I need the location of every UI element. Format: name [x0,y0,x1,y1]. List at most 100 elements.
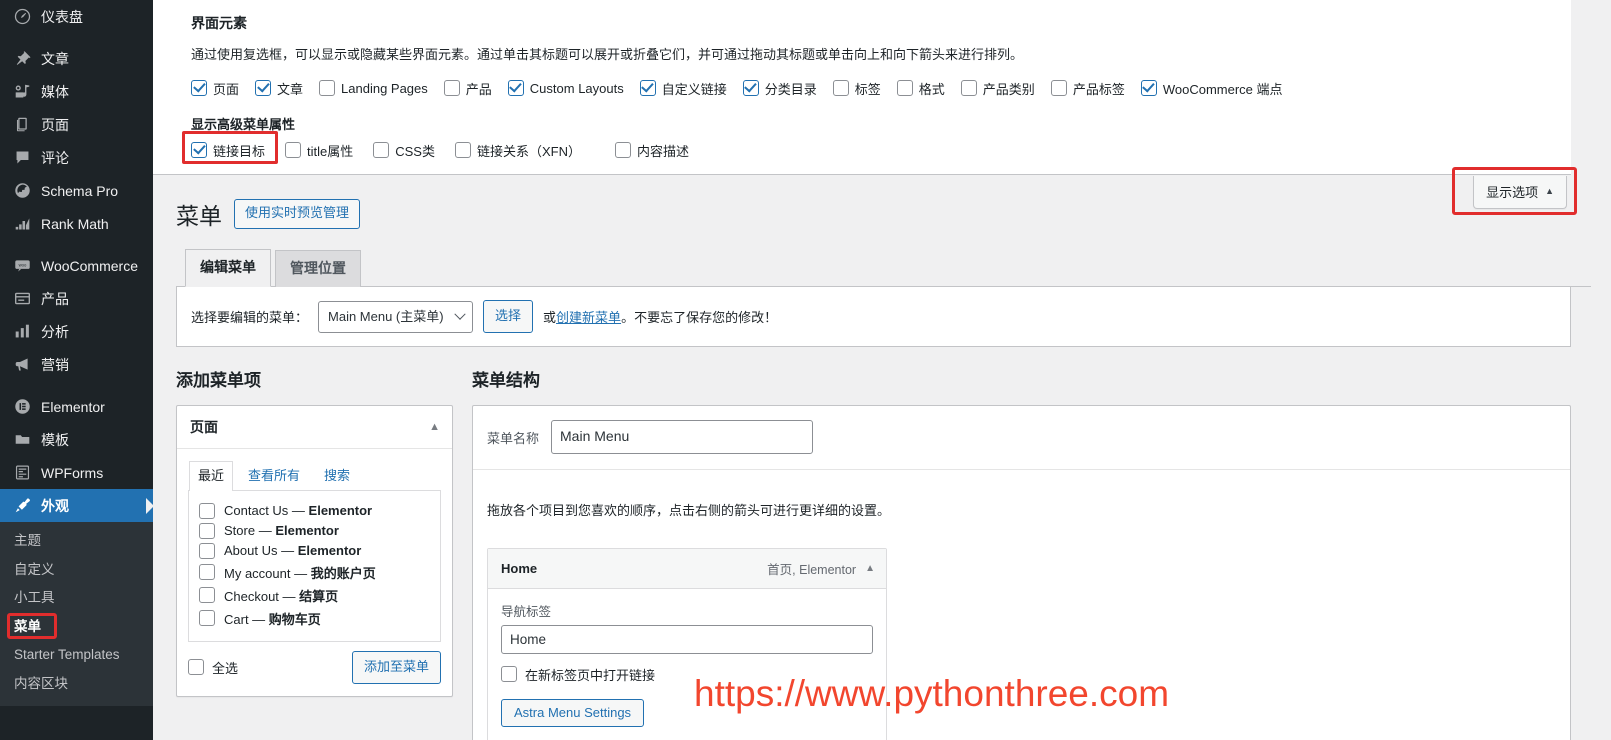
sidebar-item-posts[interactable]: 文章 [0,42,153,75]
sidebar-item-wpforms[interactable]: WPForms [0,456,153,489]
sidebar-item-marketing[interactable]: 营销 [0,348,153,381]
checkbox-icon[interactable] [319,80,336,96]
so-checkbox-posts[interactable]: 文章 [255,79,303,98]
menu-name-input[interactable] [551,420,814,454]
list-item[interactable]: About Us — Elementor [199,541,430,561]
sidebar-item-schema-pro[interactable]: Schema Pro [0,174,153,207]
menu-structure-heading: 菜单结构 [472,371,540,391]
checkbox-icon[interactable] [188,659,204,676]
sidebar-subitem-content-blocks[interactable]: 内容区块 [0,670,153,699]
astra-menu-settings-button[interactable]: Astra Menu Settings [501,698,645,727]
sidebar-item-label: 仪表盘 [41,8,83,25]
sidebar-item-label: 外观 [41,497,69,514]
checkbox-icon[interactable] [373,142,390,158]
sidebar-item-label: 产品 [41,290,69,307]
checkbox-icon[interactable] [639,80,656,96]
page-item-name: Store [224,523,256,539]
so-checkbox-product-tags[interactable]: 产品标签 [1050,79,1125,98]
adv-checkbox-description[interactable]: 内容描述 [615,141,689,160]
checkbox-icon[interactable] [1140,80,1157,96]
so-checkbox-products[interactable]: 产品 [443,79,492,98]
wpforms-icon [11,464,33,481]
select-menu-button[interactable]: 选择 [483,300,534,334]
pages-inner-tabs: 最近 查看所有 搜索 [188,461,441,491]
list-item[interactable]: Store — Elementor [199,521,430,541]
list-item[interactable]: Cart — 购物车页 [199,607,430,630]
sidebar-item-dashboard[interactable]: 仪表盘 [0,0,153,33]
page-item-suffix: 结算页 [299,588,339,604]
sidebar-item-media[interactable]: 媒体 [0,75,153,108]
checkbox-icon[interactable] [199,610,215,627]
menu-item-title: Home [501,560,538,576]
sidebar-item-pages[interactable]: 页面 [0,108,153,141]
checkbox-icon[interactable] [191,80,207,96]
menu-select[interactable]: Main Menu (主菜单) [318,300,474,334]
pages-list-panel: Contact Us — Elementor Store — Elementor… [188,490,441,642]
add-to-menu-button[interactable]: 添加至菜单 [351,650,441,684]
inner-tab-recent[interactable]: 最近 [189,461,234,491]
checkbox-icon[interactable] [960,80,977,96]
adv-checkbox-title-attribute[interactable]: title属性 [285,141,353,160]
so-checkbox-custom-links[interactable]: 自定义链接 [639,79,727,98]
tab-edit-menus[interactable]: 编辑菜单 [185,249,271,288]
tab-manage-locations[interactable]: 管理位置 [275,250,361,288]
sidebar-item-products[interactable]: 产品 [0,282,153,315]
checkbox-icon[interactable] [507,80,524,96]
checkbox-icon[interactable] [199,522,215,539]
checkbox-icon[interactable] [832,80,849,96]
create-new-menu-link[interactable]: 创建新菜单 [556,310,621,325]
list-item[interactable]: My account — 我的账户页 [199,561,430,584]
sidebar-item-analytics[interactable]: 分析 [0,315,153,348]
sidebar-item-templates[interactable]: 模板 [0,423,153,456]
sidebar-subitem-customize[interactable]: 自定义 [0,556,153,585]
open-new-tab-checkbox[interactable]: 在新标签页中打开链接 [501,665,873,684]
inner-tab-view-all[interactable]: 查看所有 [239,461,309,491]
checkbox-icon[interactable] [199,542,215,559]
checkbox-icon[interactable] [199,587,215,604]
adv-checkbox-link-target[interactable]: 链接目标 [191,141,265,160]
checkbox-icon[interactable] [191,142,207,158]
list-item[interactable]: Contact Us — Elementor [199,501,430,521]
checkbox-icon[interactable] [501,666,517,683]
adv-checkbox-css-classes[interactable]: CSS类 [373,141,435,160]
checkbox-icon[interactable] [285,142,302,158]
nav-label-input[interactable] [501,624,873,654]
sidebar-subitem-starter-templates[interactable]: Starter Templates [0,641,153,670]
checkbox-icon[interactable] [1050,80,1067,96]
checkbox-icon[interactable] [454,142,471,158]
sidebar-item-woocommerce[interactable]: woo WooCommerce [0,249,153,282]
sidebar-item-rank-math[interactable]: Rank Math [0,207,153,240]
sidebar-subitem-widgets[interactable]: 小工具 [0,584,153,613]
adv-checkbox-link-relationship[interactable]: 链接关系（XFN） [454,141,581,160]
pages-postbox-title: 页面 [190,419,218,436]
so-checkbox-custom-layouts[interactable]: Custom Layouts [507,80,624,96]
so-checkbox-landing-pages[interactable]: Landing Pages [319,80,428,96]
inner-tab-search[interactable]: 搜索 [315,461,359,491]
live-preview-button[interactable]: 使用实时预览管理 [234,199,361,229]
so-checkbox-product-categories[interactable]: 产品类别 [960,79,1035,98]
sidebar-subitem-themes[interactable]: 主题 [0,527,153,556]
so-checkbox-pages[interactable]: 页面 [191,79,239,98]
so-checkbox-categories[interactable]: 分类目录 [742,79,817,98]
select-all-checkbox[interactable]: 全选 [188,658,238,677]
screen-options-toggle-button[interactable]: 显示选项 ▲ [1473,176,1567,209]
checkbox-icon[interactable] [896,80,913,96]
sidebar-item-appearance[interactable]: 外观 [0,489,153,522]
so-checkbox-formats[interactable]: 格式 [896,79,945,98]
menu-item-header[interactable]: Home 首页, Elementor ▲ [488,548,886,589]
checkbox-icon[interactable] [615,142,631,158]
list-item[interactable]: Checkout — 结算页 [199,584,430,607]
pages-postbox-header[interactable]: 页面 ▲ [177,406,452,450]
sidebar-item-elementor[interactable]: Elementor [0,390,153,423]
checkbox-icon[interactable] [443,80,460,96]
chevron-up-icon[interactable]: ▲ [865,563,875,574]
chevron-up-icon[interactable]: ▲ [429,421,440,433]
sidebar-subitem-menus[interactable]: 菜单 [0,613,153,642]
checkbox-icon[interactable] [742,80,759,96]
so-checkbox-woocommerce-endpoints[interactable]: WooCommerce 端点 [1140,79,1283,98]
checkbox-icon[interactable] [255,80,272,96]
sidebar-item-comments[interactable]: 评论 [0,141,153,174]
checkbox-icon[interactable] [199,564,215,581]
so-checkbox-tags[interactable]: 标签 [832,79,881,98]
checkbox-icon[interactable] [199,502,215,519]
